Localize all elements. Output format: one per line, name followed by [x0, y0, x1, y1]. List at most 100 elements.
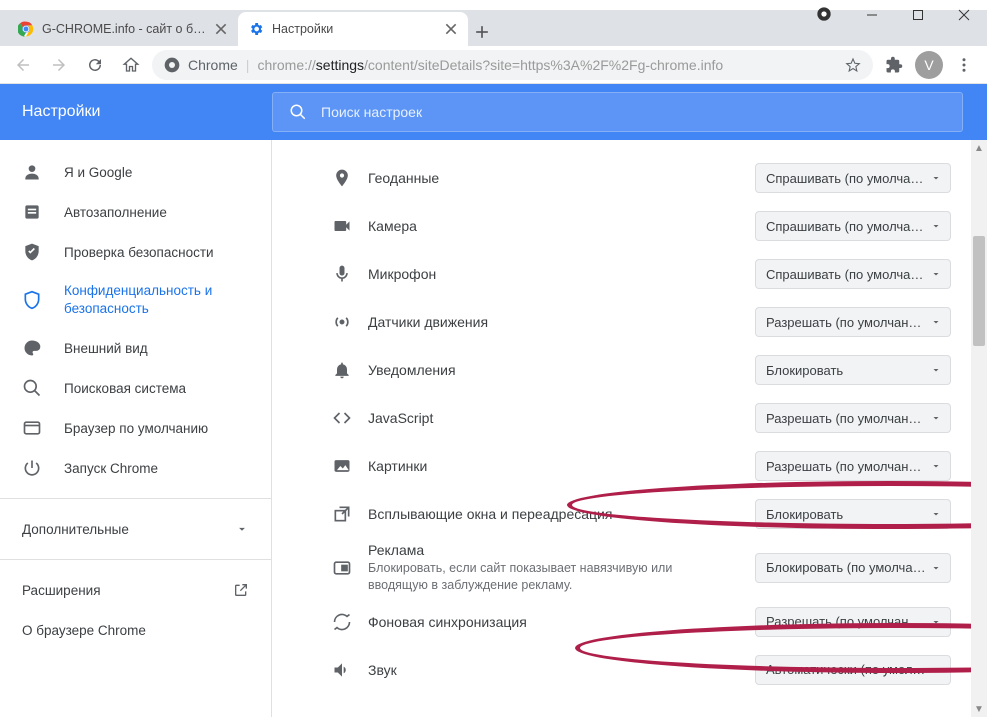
- sidebar-item-label: Расширения: [22, 583, 101, 598]
- sidebar-item-label: Поисковая система: [64, 381, 186, 396]
- extensions-button[interactable]: [879, 50, 909, 80]
- palette-icon: [22, 338, 42, 358]
- shield-icon: [22, 290, 42, 310]
- permission-row: ГеоданныеСпрашивать (по умолчанию: [332, 154, 951, 202]
- sidebar-item-appearance[interactable]: Внешний вид: [0, 328, 271, 368]
- settings-title: Настройки: [0, 103, 272, 121]
- bell-icon: [332, 360, 368, 380]
- code-icon: [332, 408, 368, 428]
- permission-row: ЗвукАвтоматически (по умолчан: [332, 646, 951, 694]
- search-icon: [22, 378, 42, 398]
- person-icon: [22, 162, 42, 182]
- external-link-icon: [233, 582, 249, 598]
- kebab-menu-button[interactable]: [949, 50, 979, 80]
- scroll-thumb[interactable]: [973, 236, 985, 346]
- autofill-icon: [22, 202, 42, 222]
- address-bar[interactable]: Chrome | chrome://settings/content/siteD…: [152, 50, 873, 80]
- power-icon: [22, 458, 42, 478]
- chevron-down-icon: [930, 316, 942, 328]
- permission-dropdown[interactable]: Блокировать (по умолчанию: [755, 553, 951, 583]
- content-area: ГеоданныеСпрашивать (по умолчаниюКамераС…: [272, 140, 987, 717]
- sidebar-item-autofill[interactable]: Автозаполнение: [0, 192, 271, 232]
- tab-strip: G-CHROME.info - сайт о браузере Настройк…: [0, 10, 987, 46]
- scroll-up-icon[interactable]: ▲: [971, 140, 987, 156]
- permission-dropdown[interactable]: Блокировать: [755, 355, 951, 385]
- permission-dropdown[interactable]: Разрешать (по умолчанию): [755, 451, 951, 481]
- back-button[interactable]: [8, 50, 38, 80]
- popup-icon: [332, 504, 368, 524]
- permission-label: Геоданные: [368, 170, 755, 186]
- sidebar-item-label: Я и Google: [64, 165, 132, 180]
- permission-label: Камера: [368, 218, 755, 234]
- image-icon: [332, 456, 368, 476]
- sidebar-item-privacy-security[interactable]: Конфиденциальность и безопасность: [0, 272, 271, 328]
- minimize-button[interactable]: [849, 0, 895, 30]
- home-button[interactable]: [116, 50, 146, 80]
- ads-icon: [332, 558, 368, 578]
- scrollbar[interactable]: ▲ ▼: [971, 140, 987, 717]
- tab-title: Настройки: [272, 22, 436, 36]
- chevron-down-icon: [930, 412, 942, 424]
- permission-row: JavaScriptРазрешать (по умолчанию): [332, 394, 951, 442]
- tab-title: G-CHROME.info - сайт о браузере: [42, 22, 206, 36]
- sidebar-item-advanced[interactable]: Дополнительные: [0, 509, 271, 549]
- permission-label: Уведомления: [368, 362, 755, 378]
- settings-search[interactable]: [272, 92, 963, 132]
- bookmark-star-icon[interactable]: [845, 57, 861, 73]
- permission-dropdown[interactable]: Разрешать (по умолчанию): [755, 403, 951, 433]
- sidebar-item-extensions[interactable]: Расширения: [0, 570, 271, 610]
- site-info-icon[interactable]: [164, 57, 180, 73]
- chrome-favicon-icon: [18, 21, 34, 37]
- permission-dropdown[interactable]: Спрашивать (по умолчанию: [755, 211, 951, 241]
- permission-dropdown[interactable]: Блокировать: [755, 499, 951, 529]
- forward-button[interactable]: [44, 50, 74, 80]
- permission-row: УведомленияБлокировать: [332, 346, 951, 394]
- tab-gchrome[interactable]: G-CHROME.info - сайт о браузере: [8, 12, 238, 46]
- permission-label: Микрофон: [368, 266, 755, 282]
- mic-icon: [332, 264, 368, 284]
- tab-settings[interactable]: Настройки: [238, 12, 468, 46]
- sidebar-item-label: О браузере Chrome: [22, 623, 146, 638]
- sidebar-item-you-and-google[interactable]: Я и Google: [0, 152, 271, 192]
- close-tab-icon[interactable]: [214, 22, 228, 36]
- permission-dropdown[interactable]: Разрешать (по умолчанию): [755, 607, 951, 637]
- sidebar-item-search-engine[interactable]: Поисковая система: [0, 368, 271, 408]
- new-tab-button[interactable]: [468, 18, 496, 46]
- chevron-down-icon: [930, 616, 942, 628]
- permission-dropdown[interactable]: Автоматически (по умолчан: [755, 655, 951, 685]
- close-tab-icon[interactable]: [444, 22, 458, 36]
- permission-row: КамераСпрашивать (по умолчанию: [332, 202, 951, 250]
- shield-check-icon: [22, 242, 42, 262]
- sidebar-item-label: Конфиденциальность и безопасность: [64, 282, 249, 318]
- sidebar-item-safety-check[interactable]: Проверка безопасности: [0, 232, 271, 272]
- address-url: chrome://settings/content/siteDetails?si…: [257, 57, 723, 73]
- sidebar-item-default-browser[interactable]: Браузер по умолчанию: [0, 408, 271, 448]
- search-icon: [289, 103, 307, 121]
- permission-row: Фоновая синхронизацияРазрешать (по умолч…: [332, 598, 951, 646]
- profile-avatar[interactable]: V: [915, 51, 943, 79]
- permission-row: КартинкиРазрешать (по умолчанию): [332, 442, 951, 490]
- permission-dropdown[interactable]: Спрашивать (по умолчанию: [755, 163, 951, 193]
- scroll-down-icon[interactable]: ▼: [971, 701, 987, 717]
- chevron-down-icon: [930, 664, 942, 676]
- maximize-button[interactable]: [895, 0, 941, 30]
- sidebar-item-on-startup[interactable]: Запуск Chrome: [0, 448, 271, 488]
- gear-icon: [248, 21, 264, 37]
- sidebar-item-label: Дополнительные: [22, 522, 129, 537]
- default-browser-icon: [22, 418, 42, 438]
- close-window-button[interactable]: [941, 0, 987, 30]
- sidebar-item-label: Браузер по умолчанию: [64, 421, 208, 436]
- sidebar-item-about-chrome[interactable]: О браузере Chrome: [0, 610, 271, 650]
- toolbar: Chrome | chrome://settings/content/siteD…: [0, 46, 987, 84]
- settings-search-input[interactable]: [321, 104, 946, 120]
- chevron-down-icon: [930, 508, 942, 520]
- sidebar: Я и Google Автозаполнение Проверка безоп…: [0, 140, 272, 717]
- sync-icon: [332, 612, 368, 632]
- reload-button[interactable]: [80, 50, 110, 80]
- speaker-muted-icon: [816, 6, 832, 22]
- permission-dropdown[interactable]: Спрашивать (по умолчанию: [755, 259, 951, 289]
- sound-icon: [332, 660, 368, 680]
- permission-dropdown[interactable]: Разрешать (по умолчанию): [755, 307, 951, 337]
- permission-row: Всплывающие окна и переадресацияБлокиров…: [332, 490, 951, 538]
- sidebar-item-label: Проверка безопасности: [64, 245, 214, 260]
